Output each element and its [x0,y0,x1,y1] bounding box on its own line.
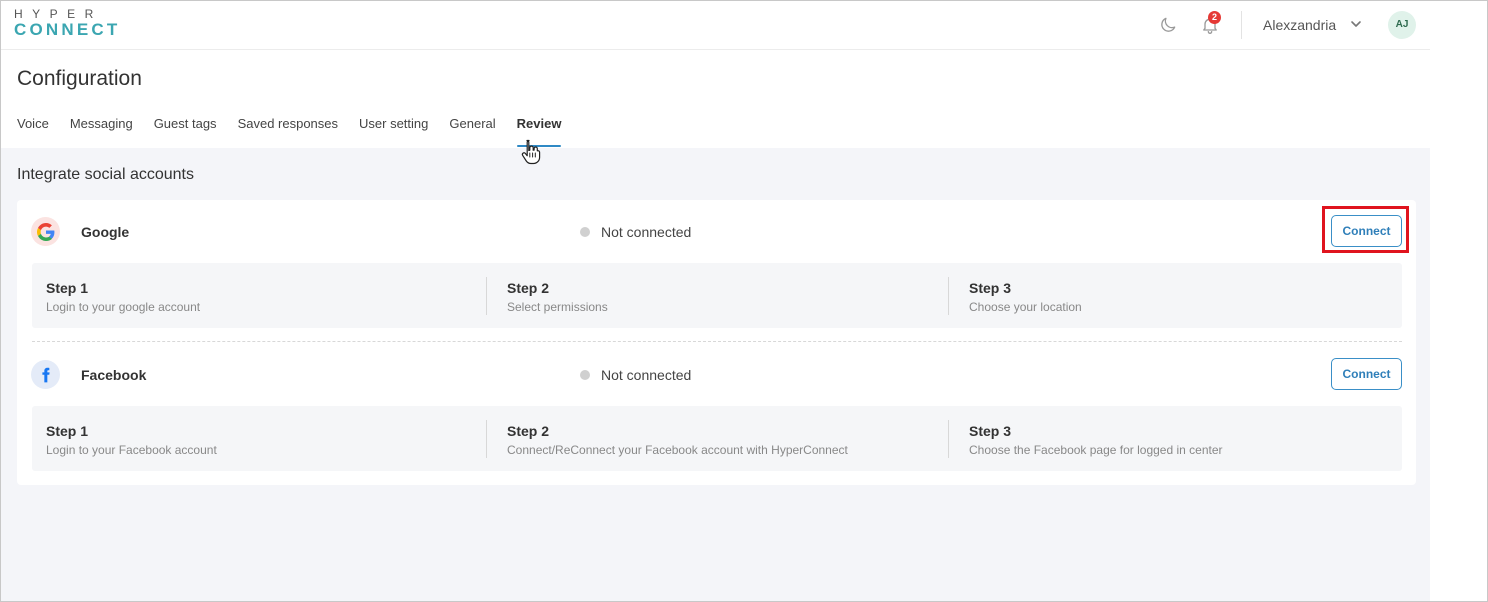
logo-bottom-text: CONNECT [14,20,121,39]
step-description: Select permissions [507,300,608,314]
hand-cursor-icon [519,138,543,166]
step-title: Step 1 [46,280,89,296]
section-title: Integrate social accounts [17,166,194,183]
google-connect-button[interactable]: Connect [1331,215,1402,247]
step-description: Choose your location [969,300,1082,314]
integrations-card: Google Not connected Connect Step 1 Logi… [17,200,1416,485]
status-dot [580,227,590,237]
moon-icon[interactable] [1157,14,1179,36]
facebook-icon [31,360,60,389]
step-title: Step 3 [969,280,1012,296]
avatar[interactable]: AJ [1388,11,1416,39]
steps-panel: Step 1 Login to your google account Step… [32,263,1402,328]
chevron-down-icon[interactable] [1349,17,1363,31]
facebook-connect-button[interactable]: Connect [1331,358,1402,390]
step-divider [948,277,949,315]
account-name: Google [81,224,130,240]
header-divider [1241,11,1242,39]
user-name[interactable]: Alexzandria [1263,17,1336,33]
step-divider [948,420,949,458]
status-dot [580,370,590,380]
logo[interactable]: HYPER CONNECT [14,8,120,38]
main-area: HYPER CONNECT 2 Alexzandria AJ Configura… [1,1,1430,601]
step-title: Step 1 [46,423,89,439]
tab-messaging[interactable]: Messaging [70,117,133,147]
notification-badge: 2 [1208,11,1221,24]
right-margin [1430,1,1487,601]
step-title: Step 2 [507,280,550,296]
tab-general[interactable]: General [449,117,495,147]
tab-bar: Voice Messaging Guest tags Saved respons… [17,117,582,149]
top-bar: HYPER CONNECT 2 Alexzandria AJ [1,1,1430,50]
tab-saved-responses[interactable]: Saved responses [238,117,338,147]
app-window: HYPER CONNECT 2 Alexzandria AJ Configura… [0,0,1488,602]
step-description: Connect/ReConnect your Facebook account … [507,443,848,457]
page-title: Configuration [17,67,142,90]
step-divider [486,277,487,315]
logo-top-text: HYPER [14,7,103,21]
tab-voice[interactable]: Voice [17,117,49,147]
status-text: Not connected [601,224,692,240]
account-name: Facebook [81,367,147,383]
step-divider [486,420,487,458]
step-description: Login to your Facebook account [46,443,217,457]
tab-guest-tags[interactable]: Guest tags [154,117,217,147]
content-area: Integrate social accounts Google Not con… [1,148,1430,601]
status-text: Not connected [601,367,692,383]
google-icon [31,217,60,246]
step-description: Login to your google account [46,300,201,314]
account-divider [32,341,1402,342]
tab-user-setting[interactable]: User setting [359,117,428,147]
step-description: Choose the Facebook page for logged in c… [969,443,1223,457]
steps-panel: Step 1 Login to your Facebook account St… [32,406,1402,471]
step-title: Step 2 [507,423,550,439]
step-title: Step 3 [969,423,1012,439]
